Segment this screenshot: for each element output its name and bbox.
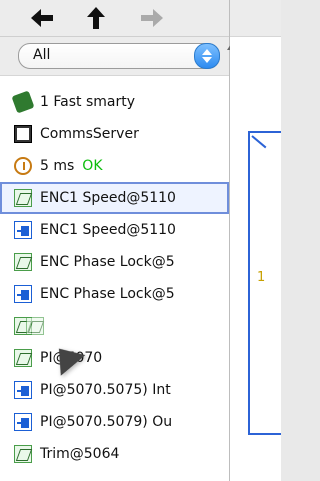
comms-icon (14, 125, 32, 143)
list-item-selected[interactable]: ENC1 Speed@5110 (0, 182, 229, 214)
wire-diagonal (251, 135, 267, 149)
link-icon (14, 285, 32, 303)
amplifier-icon (14, 349, 32, 367)
canvas-label: 1 (257, 270, 266, 285)
list-item-label: PI@5070.5079) Ou (40, 414, 173, 430)
filter-bar: All (0, 37, 229, 76)
list-item-label: ENC Phase Lock@5 (40, 286, 175, 302)
list-item-label: ENC1 Speed@5110 (40, 222, 176, 238)
list-item-label: 1 Fast smarty (40, 94, 135, 110)
left-panel: All 1 Fast smarty CommsServer 5 ms OK EN… (0, 0, 235, 481)
list-item-label: PI@5070.5075) Int (40, 382, 171, 398)
list-item[interactable]: ENC Phase Lock@5 (0, 278, 229, 310)
amplifier-icon (14, 189, 32, 207)
amplifier-icon (14, 445, 32, 463)
canvas-panel[interactable]: 1 (230, 0, 281, 481)
list-item[interactable]: 5 ms OK (0, 150, 229, 182)
list-item[interactable]: ENC1 Speed@5110 (0, 214, 229, 246)
list-item[interactable]: CommsServer (0, 118, 229, 150)
list-item[interactable]: PI@5070 (0, 342, 229, 374)
canvas-toolbar (230, 0, 281, 37)
list-item-dragging[interactable] (0, 310, 229, 342)
wire-top (248, 131, 281, 133)
amplifier-drag-icon (26, 317, 44, 335)
arrow-up-icon (87, 7, 105, 29)
wire-bottom (248, 433, 281, 435)
filter-select[interactable]: All (18, 43, 220, 69)
link-icon (14, 221, 32, 239)
list-item[interactable]: Trim@5064 (0, 438, 229, 470)
list-item[interactable]: ENC Phase Lock@5 (0, 246, 229, 278)
list-item-label: 5 ms (40, 158, 75, 174)
select-stepper-icon[interactable] (194, 43, 220, 69)
arrow-left-icon (31, 9, 53, 27)
filter-select-value: All (33, 47, 51, 63)
list-item[interactable]: PI@5070.5079) Ou (0, 406, 229, 438)
status-ok: OK (82, 158, 103, 174)
stopwatch-icon (14, 157, 32, 175)
forward-button[interactable] (140, 6, 164, 30)
amplifier-icon (14, 253, 32, 271)
list-item-label: ENC Phase Lock@5 (40, 254, 175, 270)
back-button[interactable] (30, 6, 54, 30)
battery-icon (11, 90, 35, 114)
list-item-label: Trim@5064 (40, 446, 120, 462)
navigation-toolbar (0, 0, 229, 37)
list-item-label: ENC1 Speed@5110 (40, 190, 176, 206)
tree-list: 1 Fast smarty CommsServer 5 ms OK ENC1 S… (0, 86, 229, 470)
arrow-right-icon (141, 9, 163, 27)
wire-vertical (248, 131, 250, 433)
link-icon (14, 381, 32, 399)
list-item[interactable]: 1 Fast smarty (0, 86, 229, 118)
list-item[interactable]: PI@5070.5075) Int (0, 374, 229, 406)
list-item-label: CommsServer (40, 126, 139, 142)
up-button[interactable] (84, 6, 108, 30)
link-icon (14, 413, 32, 431)
